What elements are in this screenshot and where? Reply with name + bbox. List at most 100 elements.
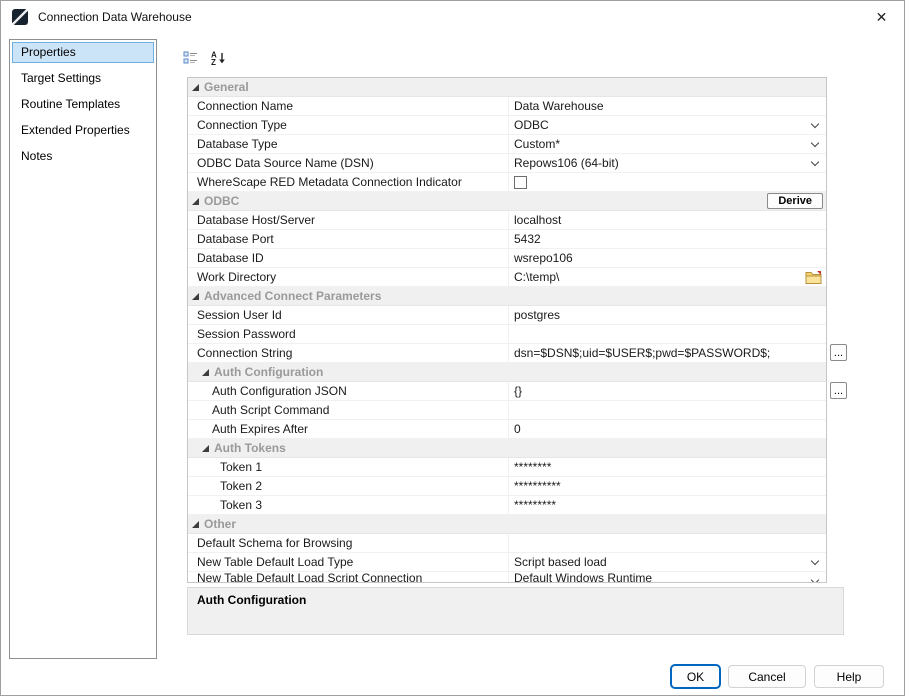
folder-browse-icon[interactable]: [805, 270, 822, 284]
property-label: Token 3: [188, 496, 509, 514]
property-value-cell[interactable]: {}: [509, 382, 826, 400]
property-row-session-password[interactable]: Session Password: [188, 325, 826, 344]
section-label: Advanced Connect Parameters: [204, 289, 381, 303]
property-row-connection-string[interactable]: Connection String dsn=$DSN$;uid=$USER$;pw…: [188, 344, 826, 363]
property-value-cell[interactable]: postgres: [509, 306, 826, 324]
property-row-token-2[interactable]: Token 2**********: [188, 477, 826, 496]
property-value-text: localhost: [514, 213, 561, 227]
sidebar-item-notes[interactable]: Notes: [12, 146, 154, 167]
app-icon: [12, 9, 28, 25]
window-title: Connection Data Warehouse: [38, 10, 192, 24]
section-header-general[interactable]: General: [188, 78, 826, 97]
property-value-cell[interactable]: 5432: [509, 230, 826, 248]
property-value-text: C:\temp\: [514, 270, 559, 284]
property-label: Connection String: [188, 344, 509, 362]
property-grid: GeneralConnection NameData WarehouseConn…: [187, 77, 827, 583]
ellipsis-browse-button[interactable]: ...: [830, 344, 847, 361]
property-value-cell[interactable]: ODBC: [509, 116, 826, 134]
property-value-cell[interactable]: localhost: [509, 211, 826, 229]
derive-button[interactable]: Derive: [767, 193, 823, 209]
property-value-text: Default Windows Runtime: [514, 572, 652, 583]
property-value-cell[interactable]: 0: [509, 420, 826, 438]
expand-collapse-triangle-icon[interactable]: [192, 84, 199, 91]
categorized-view-button[interactable]: [179, 47, 203, 71]
property-value-text: {}: [514, 384, 522, 398]
property-value-cell[interactable]: [509, 534, 826, 552]
dropdown-chevron-icon[interactable]: [807, 156, 823, 171]
sidebar-item-extended-properties[interactable]: Extended Properties: [12, 120, 154, 141]
expand-collapse-triangle-icon[interactable]: [192, 521, 199, 528]
section-header-odbc[interactable]: ODBCDerive: [188, 192, 826, 211]
property-row-odbc-data-source-name-dsn[interactable]: ODBC Data Source Name (DSN)Repows106 (64…: [188, 154, 826, 173]
expand-collapse-triangle-icon[interactable]: [202, 369, 209, 376]
property-value-cell[interactable]: *********: [509, 496, 826, 514]
section-header-auth-configuration[interactable]: Auth Configuration: [188, 363, 826, 382]
ok-button[interactable]: OK: [671, 665, 720, 688]
property-row-default-schema-for-browsing[interactable]: Default Schema for Browsing: [188, 534, 826, 553]
property-label: Database ID: [188, 249, 509, 267]
property-value-cell[interactable]: [509, 401, 826, 419]
section-header-other[interactable]: Other: [188, 515, 826, 534]
property-row-session-user-id[interactable]: Session User Idpostgres: [188, 306, 826, 325]
property-value-cell[interactable]: Script based load: [509, 553, 826, 571]
checkbox[interactable]: [514, 176, 527, 189]
cancel-button[interactable]: Cancel: [728, 665, 806, 688]
property-row-database-type[interactable]: Database TypeCustom*: [188, 135, 826, 154]
svg-text:Z: Z: [211, 58, 216, 66]
property-value-cell[interactable]: dsn=$DSN$;uid=$USER$;pwd=$PASSWORD$;: [509, 344, 826, 362]
property-row-work-directory[interactable]: Work DirectoryC:\temp\: [188, 268, 826, 287]
sidebar: Properties Target Settings Routine Templat…: [9, 39, 157, 659]
section-header-advanced-connect-parameters[interactable]: Advanced Connect Parameters: [188, 287, 826, 306]
property-value-text: 5432: [514, 232, 541, 246]
sort-alphabetical-button[interactable]: A Z: [206, 47, 230, 71]
sidebar-item-properties[interactable]: Properties: [12, 42, 154, 63]
property-value-cell[interactable]: [509, 325, 826, 343]
help-button[interactable]: Help: [814, 665, 884, 688]
property-value-cell[interactable]: Repows106 (64-bit): [509, 154, 826, 172]
close-button[interactable]: ✕: [859, 1, 904, 33]
property-value-cell[interactable]: wsrepo106: [509, 249, 826, 267]
property-value-cell[interactable]: [509, 173, 826, 191]
dropdown-chevron-icon[interactable]: [807, 137, 823, 152]
property-row-token-1[interactable]: Token 1********: [188, 458, 826, 477]
expand-collapse-triangle-icon[interactable]: [192, 293, 199, 300]
property-label: Default Schema for Browsing: [188, 534, 509, 552]
property-value-text: *********: [514, 498, 556, 512]
sidebar-item-routine-templates[interactable]: Routine Templates: [12, 94, 154, 115]
property-row-token-3[interactable]: Token 3 *********: [188, 496, 826, 515]
property-value-cell[interactable]: Custom*: [509, 135, 826, 153]
property-value-cell[interactable]: C:\temp\: [509, 268, 826, 286]
expand-collapse-triangle-icon[interactable]: [202, 445, 209, 452]
section-label: Auth Configuration: [214, 365, 323, 379]
section-header-auth-tokens[interactable]: Auth Tokens: [188, 439, 826, 458]
dropdown-chevron-icon[interactable]: [807, 555, 823, 570]
property-row-database-host-server[interactable]: Database Host/Serverlocalhost: [188, 211, 826, 230]
footer: OK Cancel Help: [671, 665, 884, 688]
dropdown-chevron-icon[interactable]: [807, 118, 823, 133]
property-row-database-port[interactable]: Database Port5432: [188, 230, 826, 249]
expand-collapse-triangle-icon[interactable]: [192, 198, 199, 205]
property-row-new-table-default-load-script-connection[interactable]: New Table Default Load Script Connection…: [188, 572, 826, 583]
property-row-auth-expires-after[interactable]: Auth Expires After0: [188, 420, 826, 439]
property-row-new-table-default-load-type[interactable]: New Table Default Load TypeScript based …: [188, 553, 826, 572]
property-row-auth-configuration-json[interactable]: Auth Configuration JSON{}: [188, 382, 826, 401]
property-row-database-id[interactable]: Database IDwsrepo106: [188, 249, 826, 268]
property-value-cell[interactable]: ********: [509, 458, 826, 476]
chevron-down-icon: [811, 158, 819, 166]
sidebar-item-target-settings[interactable]: Target Settings: [12, 68, 154, 89]
property-value-text: ODBC: [514, 118, 549, 132]
property-value-cell[interactable]: Default Windows Runtime: [509, 572, 826, 583]
property-row-connection-type[interactable]: Connection TypeODBC: [188, 116, 826, 135]
property-row-auth-script-command[interactable]: Auth Script Command: [188, 401, 826, 420]
property-grid-toolbar: A Z: [179, 47, 230, 71]
dropdown-chevron-icon[interactable]: [807, 574, 823, 583]
property-value-cell[interactable]: Data Warehouse: [509, 97, 826, 115]
property-value-text: 0: [514, 422, 521, 436]
ellipsis-browse-button[interactable]: ...: [830, 382, 847, 399]
property-row-wherescape-red-metadata-connection-indicator[interactable]: WhereScape RED Metadata Connection Indic…: [188, 173, 826, 192]
property-value-text: postgres: [514, 308, 560, 322]
property-row-connection-name[interactable]: Connection NameData Warehouse: [188, 97, 826, 116]
section-label: Other: [204, 517, 236, 531]
property-value-text: dsn=$DSN$;uid=$USER$;pwd=$PASSWORD$;: [514, 346, 770, 360]
property-value-cell[interactable]: **********: [509, 477, 826, 495]
